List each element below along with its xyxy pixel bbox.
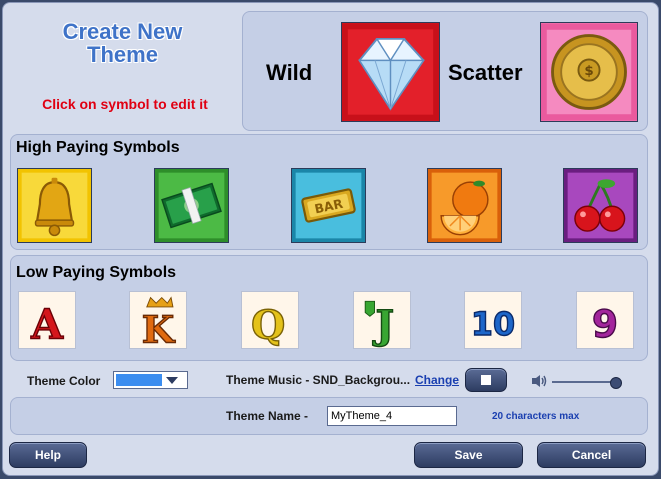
low-symbol-k-text: K [142, 307, 176, 348]
orange-icon [428, 169, 501, 242]
chevron-down-icon [166, 377, 178, 384]
coin-icon: $ [541, 24, 637, 120]
high-symbol-cherries[interactable] [563, 168, 638, 243]
title-line-1: Create New [62, 19, 183, 44]
max-chars-note: 20 characters max [492, 411, 580, 422]
bell-icon [18, 169, 91, 242]
low-symbol-a-text: A [30, 300, 64, 348]
low-symbol-j-text: J [373, 303, 395, 348]
stop-icon [481, 375, 491, 385]
speaker-icon [531, 374, 547, 388]
theme-color-swatch [116, 374, 162, 386]
letter-q-icon: Q [242, 292, 298, 348]
low-symbol-q-text: Q [251, 303, 285, 348]
title-line-2: Theme [87, 42, 158, 67]
high-symbol-money[interactable] [154, 168, 229, 243]
low-symbol-9[interactable]: 9 [576, 291, 634, 349]
edit-hint: Click on symbol to edit it [42, 96, 208, 112]
low-symbol-q[interactable]: Q [241, 291, 299, 349]
theme-color-dropdown[interactable] [113, 371, 188, 389]
letter-k-icon: K [130, 292, 186, 348]
low-symbol-9-text: 9 [592, 302, 618, 346]
low-paying-title: Low Paying Symbols [16, 264, 177, 281]
high-symbol-orange[interactable] [427, 168, 502, 243]
volume-track [552, 381, 616, 383]
svg-text:$: $ [584, 64, 593, 79]
help-button[interactable]: Help [9, 442, 87, 468]
theme-color-label: Theme Color [27, 374, 101, 388]
theme-name-label: Theme Name - [226, 409, 309, 423]
high-symbol-bell[interactable] [17, 168, 92, 243]
wild-label: Wild [266, 60, 313, 85]
letter-j-icon: J [354, 292, 410, 348]
low-symbol-10[interactable]: 10 [464, 291, 522, 349]
volume-knob[interactable] [610, 377, 622, 389]
money-icon [155, 169, 228, 242]
bar-icon: BAR [292, 169, 365, 242]
theme-name-input[interactable] [327, 406, 457, 426]
number-9-icon: 9 [577, 292, 633, 348]
change-music-link[interactable]: Change [415, 373, 459, 387]
number-10-icon: 10 [465, 292, 521, 348]
volume-slider[interactable] [552, 377, 622, 389]
low-symbol-j[interactable]: J [353, 291, 411, 349]
low-symbol-k[interactable]: K [129, 291, 187, 349]
high-symbol-bar[interactable]: BAR [291, 168, 366, 243]
stop-music-button[interactable] [465, 368, 507, 392]
low-symbol-a[interactable]: A [18, 291, 76, 349]
diamond-icon [342, 23, 439, 121]
letter-a-icon: A [19, 292, 75, 348]
high-paying-title: High Paying Symbols [16, 139, 180, 156]
scatter-symbol[interactable]: $ [540, 22, 638, 122]
low-symbol-10-text: 10 [471, 307, 515, 343]
save-button[interactable]: Save [414, 442, 523, 468]
wild-symbol[interactable] [341, 22, 440, 122]
cancel-button[interactable]: Cancel [537, 442, 646, 468]
cherries-icon [564, 169, 637, 242]
scatter-label: Scatter [448, 60, 523, 85]
theme-music-label: Theme Music - SND_Backgrou... [226, 373, 411, 387]
page-title: Create New Theme [40, 20, 205, 66]
